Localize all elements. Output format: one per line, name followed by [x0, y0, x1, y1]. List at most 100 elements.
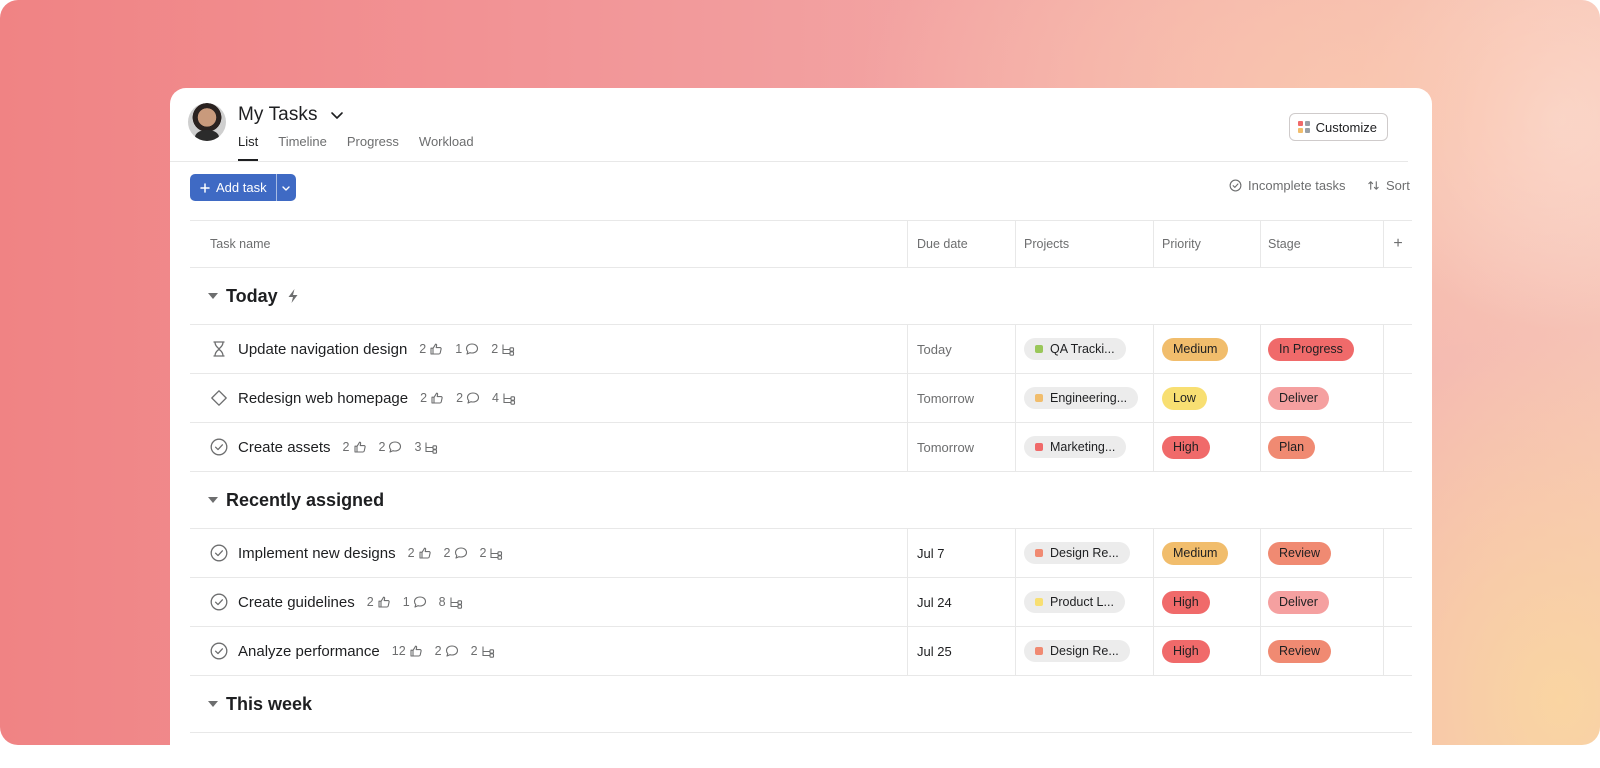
section-toggle[interactable]: This week	[208, 676, 312, 732]
due-date-cell[interactable]: Jul 24	[907, 578, 1015, 626]
project-pill[interactable]: Design Re...	[1024, 542, 1130, 564]
stage-cell[interactable]: Review	[1260, 529, 1383, 577]
priority-cell[interactable]: High	[1153, 423, 1260, 471]
task-name[interactable]: Analyze performance	[238, 643, 380, 660]
comments-count[interactable]: 2	[435, 644, 459, 658]
column-header-priority[interactable]: Priority	[1153, 221, 1260, 267]
add-task-button[interactable]: Add task	[190, 174, 277, 201]
task-name[interactable]: Create guidelines	[238, 594, 355, 611]
subtasks-count[interactable]: 8	[439, 595, 463, 609]
comments-count[interactable]: 2	[456, 391, 480, 405]
likes-count[interactable]: 2	[343, 440, 367, 454]
project-pill[interactable]: Marketing...	[1024, 436, 1127, 458]
comments-count[interactable]: 2	[379, 440, 403, 454]
task-name[interactable]: Redesign web homepage	[238, 390, 408, 407]
stage-badge[interactable]: Plan	[1268, 435, 1316, 459]
subtasks-count[interactable]: 3	[414, 440, 438, 454]
table-row[interactable]: Redesign web homepage 2 2 4 Tomorrow Engineer…	[190, 374, 1412, 423]
priority-badge[interactable]: High	[1162, 639, 1210, 663]
priority-badge[interactable]: High	[1162, 590, 1210, 614]
sort-button[interactable]: Sort	[1367, 178, 1410, 193]
subtasks-count[interactable]: 4	[492, 391, 516, 405]
task-name[interactable]: Create assets	[238, 439, 331, 456]
tab-timeline[interactable]: Timeline	[278, 134, 327, 161]
priority-badge[interactable]: Medium	[1162, 541, 1229, 565]
check-circle-icon[interactable]	[210, 642, 228, 660]
avatar[interactable]	[188, 103, 226, 141]
caret-down-icon[interactable]	[208, 497, 218, 503]
subtasks-count[interactable]: 2	[491, 342, 515, 356]
likes-count[interactable]: 2	[420, 391, 444, 405]
project-cell[interactable]: Engineering...	[1015, 374, 1153, 422]
column-header-task-name[interactable]: Task name	[190, 221, 907, 267]
customize-button[interactable]: Customize	[1288, 113, 1388, 141]
table-row[interactable]: Update navigation design 2 1 2 Today QA Track…	[190, 325, 1412, 374]
project-cell[interactable]: Product L...	[1015, 578, 1153, 626]
priority-badge[interactable]: Medium	[1162, 337, 1229, 361]
project-pill[interactable]: Engineering...	[1024, 387, 1139, 409]
project-pill[interactable]: QA Tracki...	[1024, 338, 1126, 360]
project-cell[interactable]: Design Re...	[1015, 529, 1153, 577]
check-circle-icon[interactable]	[210, 593, 228, 611]
due-date-cell[interactable]: Jul 25	[907, 627, 1015, 675]
check-circle-icon[interactable]	[210, 438, 228, 456]
chevron-down-icon[interactable]	[328, 106, 346, 124]
priority-badge[interactable]: Low	[1162, 386, 1207, 410]
likes-count[interactable]: 12	[392, 644, 423, 658]
comments-count[interactable]: 1	[403, 595, 427, 609]
stage-cell[interactable]: Deliver	[1260, 374, 1383, 422]
project-pill[interactable]: Design Re...	[1024, 640, 1130, 662]
caret-down-icon[interactable]	[208, 701, 218, 707]
subtasks-count[interactable]: 2	[480, 546, 504, 560]
add-task-dropdown[interactable]	[277, 174, 296, 201]
section-toggle[interactable]: Today	[208, 268, 300, 324]
add-column-button[interactable]: +	[1383, 221, 1412, 267]
comments-count[interactable]: 2	[444, 546, 468, 560]
task-name[interactable]: Update navigation design	[238, 341, 407, 358]
subtasks-count[interactable]: 2	[471, 644, 495, 658]
stage-badge[interactable]: Deliver	[1268, 386, 1329, 410]
column-header-stage[interactable]: Stage	[1260, 221, 1383, 267]
due-date-cell[interactable]: Today	[907, 325, 1015, 373]
likes-count[interactable]: 2	[408, 546, 432, 560]
project-pill[interactable]: Product L...	[1024, 591, 1125, 613]
stage-badge[interactable]: Deliver	[1268, 590, 1329, 614]
comments-count[interactable]: 1	[455, 342, 479, 356]
task-name[interactable]: Implement new designs	[238, 545, 396, 562]
section-toggle[interactable]: Recently assigned	[208, 472, 384, 528]
due-date-cell[interactable]: Jul 7	[907, 529, 1015, 577]
likes-count[interactable]: 2	[367, 595, 391, 609]
table-row[interactable]: Analyze performance 12 2 2 Jul 25 Design Re..…	[190, 627, 1412, 676]
priority-badge[interactable]: High	[1162, 435, 1210, 459]
project-cell[interactable]: QA Tracki...	[1015, 325, 1153, 373]
stage-badge[interactable]: Review	[1268, 639, 1331, 663]
table-row[interactable]: Create assets 2 2 3 Tomorrow Marketing... High…	[190, 423, 1412, 472]
stage-cell[interactable]: In Progress	[1260, 325, 1383, 373]
column-header-due-date[interactable]: Due date	[907, 221, 1015, 267]
column-header-projects[interactable]: Projects	[1015, 221, 1153, 267]
stage-cell[interactable]: Review	[1260, 627, 1383, 675]
stage-badge[interactable]: In Progress	[1268, 337, 1354, 361]
table-row[interactable]: Implement new designs 2 2 2 Jul 7 Design Re..…	[190, 529, 1412, 578]
check-circle-icon[interactable]	[210, 544, 228, 562]
priority-cell[interactable]: Low	[1153, 374, 1260, 422]
stage-badge[interactable]: Review	[1268, 541, 1331, 565]
table-row[interactable]: Create guidelines 2 1 8 Jul 24 Product L... Hi…	[190, 578, 1412, 627]
tab-progress[interactable]: Progress	[347, 134, 399, 161]
stage-cell[interactable]: Deliver	[1260, 578, 1383, 626]
tab-workload[interactable]: Workload	[419, 134, 474, 161]
priority-cell[interactable]: Medium	[1153, 325, 1260, 373]
priority-cell[interactable]: High	[1153, 627, 1260, 675]
incomplete-tasks-filter[interactable]: Incomplete tasks	[1229, 178, 1346, 193]
hourglass-icon[interactable]	[210, 340, 228, 358]
caret-down-icon[interactable]	[208, 293, 218, 299]
project-cell[interactable]: Design Re...	[1015, 627, 1153, 675]
due-date-cell[interactable]: Tomorrow	[907, 423, 1015, 471]
likes-count[interactable]: 2	[419, 342, 443, 356]
due-date-cell[interactable]: Tomorrow	[907, 374, 1015, 422]
priority-cell[interactable]: Medium	[1153, 529, 1260, 577]
tab-list[interactable]: List	[238, 134, 259, 161]
diamond-icon[interactable]	[210, 389, 228, 407]
priority-cell[interactable]: High	[1153, 578, 1260, 626]
project-cell[interactable]: Marketing...	[1015, 423, 1153, 471]
